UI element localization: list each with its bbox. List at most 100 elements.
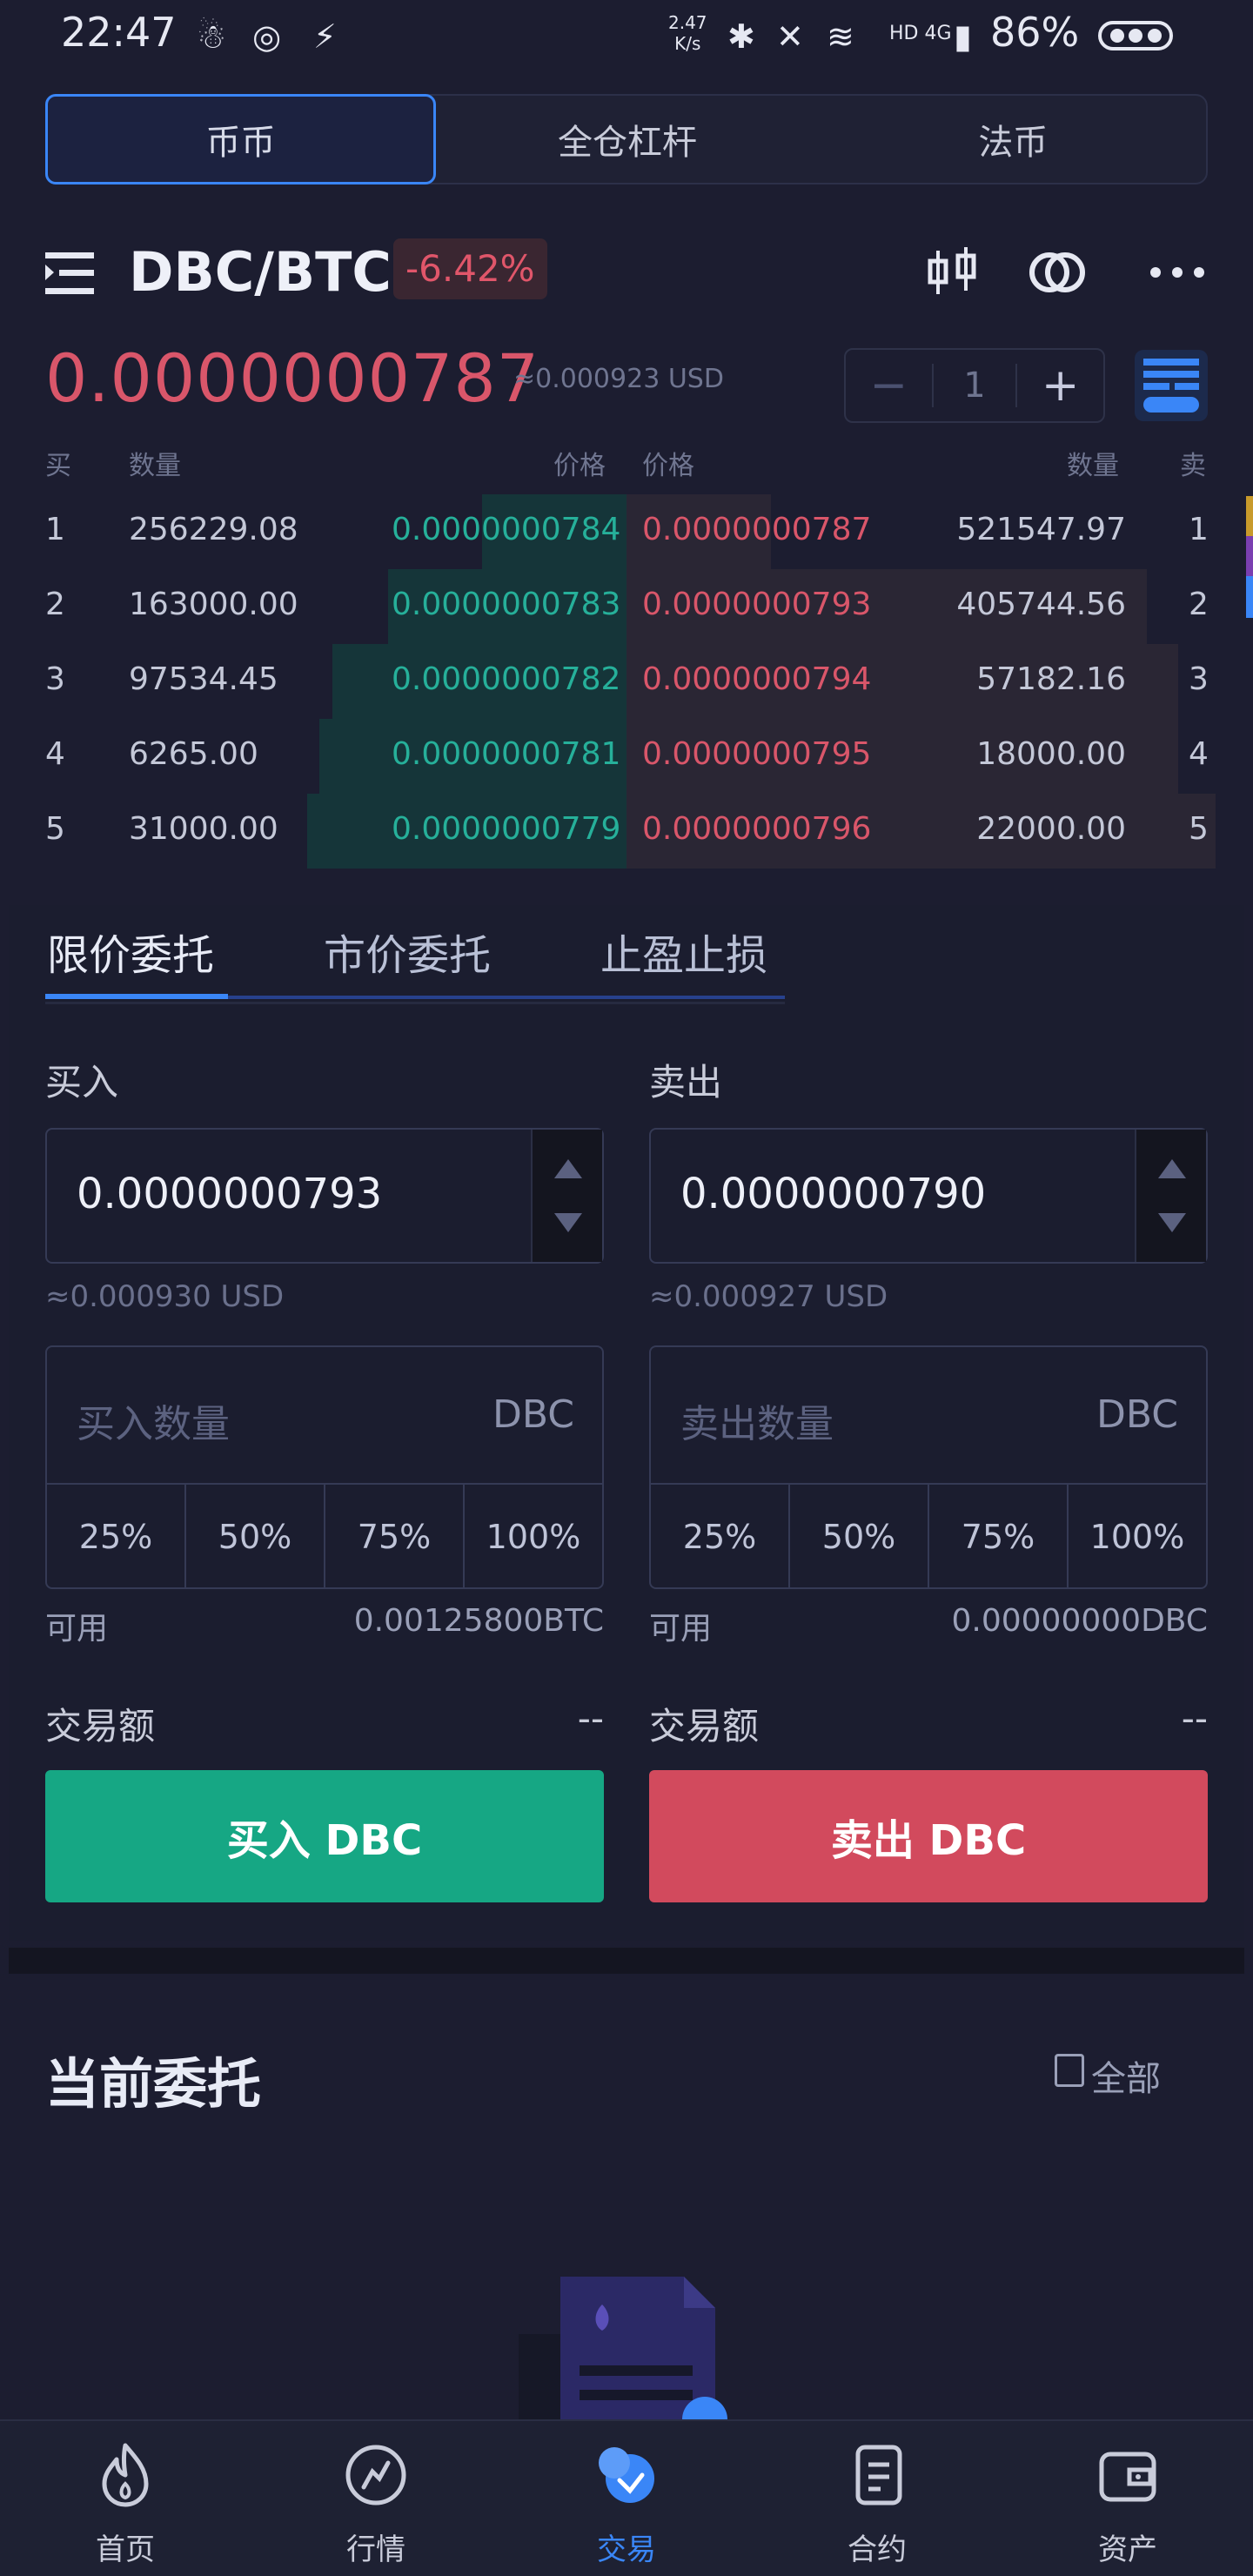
sell-percent-75[interactable]: 75% <box>929 1485 1069 1589</box>
ob-bid-index: 4 <box>45 736 65 772</box>
compare-icon[interactable] <box>1027 242 1088 303</box>
buy-price-up-icon[interactable] <box>554 1159 582 1178</box>
buy-quantity-unit: DBC <box>492 1392 574 1437</box>
more-icon[interactable] <box>1147 242 1208 303</box>
depth-decrease-button[interactable]: − <box>846 359 932 412</box>
ob-bid-index: 2 <box>45 587 65 622</box>
nav-trade[interactable]: 交易 <box>501 2421 752 2576</box>
order-book: 买 数量 价格 价格 数量 卖 1 256229.08 0.0000000784 0.… <box>0 444 1253 870</box>
buy-quantity-box: 买入数量 DBC 25% 50% 75% 100% <box>45 1345 604 1589</box>
ob-bid-qty: 31000.00 <box>129 811 278 847</box>
ob-ask-qty: 57182.16 <box>976 661 1126 697</box>
sell-quantity-input[interactable]: 卖出数量 <box>680 1392 834 1448</box>
buy-percent-row: 25% 50% 75% 100% <box>47 1483 602 1589</box>
ob-ask-qty: 521547.97 <box>956 512 1126 547</box>
ob-header-sell: 卖 <box>1180 451 1206 481</box>
buy-price-value: 0.0000000793 <box>77 1170 383 1218</box>
depth-value: 1 <box>931 364 1018 407</box>
buy-price-usd: ≈0.000930 USD <box>45 1279 285 1314</box>
pair-menu-icon[interactable] <box>45 249 97 298</box>
sell-label: 卖出 <box>649 1061 723 1104</box>
wallet-icon <box>1099 2452 1156 2502</box>
sell-percent-100[interactable]: 100% <box>1069 1485 1206 1589</box>
tab-limit-order[interactable]: 限价委托 <box>47 921 214 982</box>
buy-amount-value: -- <box>577 1697 604 1740</box>
status-time: 22:47 <box>61 9 177 56</box>
tab-spot[interactable]: 币币 <box>45 94 437 184</box>
tab-fiat[interactable]: 法币 <box>821 96 1206 183</box>
network-speed-value: 2.47 <box>668 12 707 33</box>
notification-icon: ☃ <box>197 17 227 56</box>
ob-side-indicator <box>1246 496 1253 618</box>
ob-bid-qty: 97534.45 <box>129 661 278 697</box>
tab-cross-margin[interactable]: 全仓杠杆 <box>434 96 820 183</box>
all-orders-icon[interactable] <box>1055 2054 1084 2087</box>
ob-bid-price: 0.0000000783 <box>392 587 621 622</box>
order-type-tabs: 限价委托 市价委托 止盈止损 <box>45 914 785 1004</box>
flame-icon <box>102 2443 149 2507</box>
ob-row[interactable]: 2 163000.00 0.0000000783 0.0000000793 405744… <box>0 569 1253 644</box>
buy-amount-label: 交易额 <box>45 1705 156 1748</box>
ob-header-ask-qty: 数量 <box>1067 451 1119 481</box>
buy-available-value: 0.00125800BTC <box>353 1603 604 1639</box>
last-price: 0.0000000787 <box>45 339 540 417</box>
network-type: HD 4G <box>889 23 952 44</box>
tab-market-order[interactable]: 市价委托 <box>324 921 491 982</box>
sell-percent-50[interactable]: 50% <box>790 1485 929 1589</box>
contract-icon <box>855 2445 902 2506</box>
tab-stop-order[interactable]: 止盈止损 <box>600 921 767 982</box>
buy-percent-50[interactable]: 50% <box>186 1485 325 1589</box>
nav-contract[interactable]: 合约 <box>752 2421 1002 2576</box>
buy-percent-75[interactable]: 75% <box>325 1485 465 1589</box>
ob-ask-index: 5 <box>1189 811 1209 847</box>
nav-home[interactable]: 首页 <box>0 2421 251 2576</box>
ob-bid-price: 0.0000000779 <box>392 811 621 847</box>
ob-row[interactable]: 4 6265.00 0.0000000781 0.0000000795 18000.00… <box>0 719 1253 794</box>
battery-icon <box>1098 21 1173 50</box>
active-tab-indicator <box>45 994 228 999</box>
ob-bid-price: 0.0000000784 <box>392 512 621 547</box>
network-speed-unit: K/s <box>674 33 701 54</box>
nav-assets[interactable]: 资产 <box>1002 2421 1253 2576</box>
sell-price-input[interactable]: 0.0000000790 <box>649 1128 1208 1264</box>
pair-name[interactable]: DBC/BTC <box>129 240 392 304</box>
sell-price-up-icon[interactable] <box>1158 1159 1186 1178</box>
depth-increase-button[interactable]: + <box>1017 359 1103 412</box>
orderbook-layout-icon[interactable] <box>1135 350 1208 421</box>
kline-chart-icon[interactable] <box>922 242 983 303</box>
buy-price-down-icon[interactable] <box>554 1213 582 1232</box>
buy-percent-100[interactable]: 100% <box>465 1485 602 1589</box>
wifi-icon: ≋ <box>827 17 854 56</box>
sell-percent-25[interactable]: 25% <box>651 1485 790 1589</box>
ob-ask-price: 0.0000000795 <box>642 736 872 772</box>
buy-label: 买入 <box>45 1061 119 1104</box>
ob-ask-index: 2 <box>1189 587 1209 622</box>
buy-percent-25[interactable]: 25% <box>47 1485 186 1589</box>
network-speed: 2.47 K/s <box>668 12 707 54</box>
section-divider <box>9 1948 1244 1974</box>
sell-available-label: 可用 <box>649 1611 713 1647</box>
buy-quantity-input[interactable]: 买入数量 <box>77 1392 230 1448</box>
sell-percent-row: 25% 50% 75% 100% <box>651 1483 1206 1589</box>
ob-bid-qty: 163000.00 <box>129 587 298 622</box>
empty-orders-illustration-icon <box>519 2277 727 2421</box>
ob-ask-price: 0.0000000796 <box>642 811 872 847</box>
buy-price-input[interactable]: 0.0000000793 <box>45 1128 604 1264</box>
nav-market[interactable]: 行情 <box>251 2421 501 2576</box>
buy-button[interactable]: 买入 DBC <box>45 1770 604 1902</box>
ob-row[interactable]: 5 31000.00 0.0000000779 0.0000000796 22000.0… <box>0 794 1253 869</box>
ob-header-buy: 买 <box>45 451 71 481</box>
pair-header: DBC/BTC -6.42% <box>45 233 1208 312</box>
bottom-navigation: 首页 行情 交易 合约 资产 <box>0 2419 1253 2576</box>
ob-row[interactable]: 3 97534.45 0.0000000782 0.0000000794 57182.1… <box>0 644 1253 719</box>
ob-header-ask-price: 价格 <box>642 451 694 481</box>
ob-row[interactable]: 1 256229.08 0.0000000784 0.0000000787 521547… <box>0 494 1253 569</box>
all-orders-link[interactable]: 全部 <box>1091 2050 1161 2101</box>
sell-button[interactable]: 卖出 DBC <box>649 1770 1208 1902</box>
current-orders-title: 当前委托 <box>45 2052 262 2116</box>
depth-stepper: − 1 + <box>844 348 1105 423</box>
market-icon <box>345 2445 406 2506</box>
ob-bid-price: 0.0000000782 <box>392 661 621 697</box>
sell-price-down-icon[interactable] <box>1158 1213 1186 1232</box>
ob-bid-index: 5 <box>45 811 65 847</box>
